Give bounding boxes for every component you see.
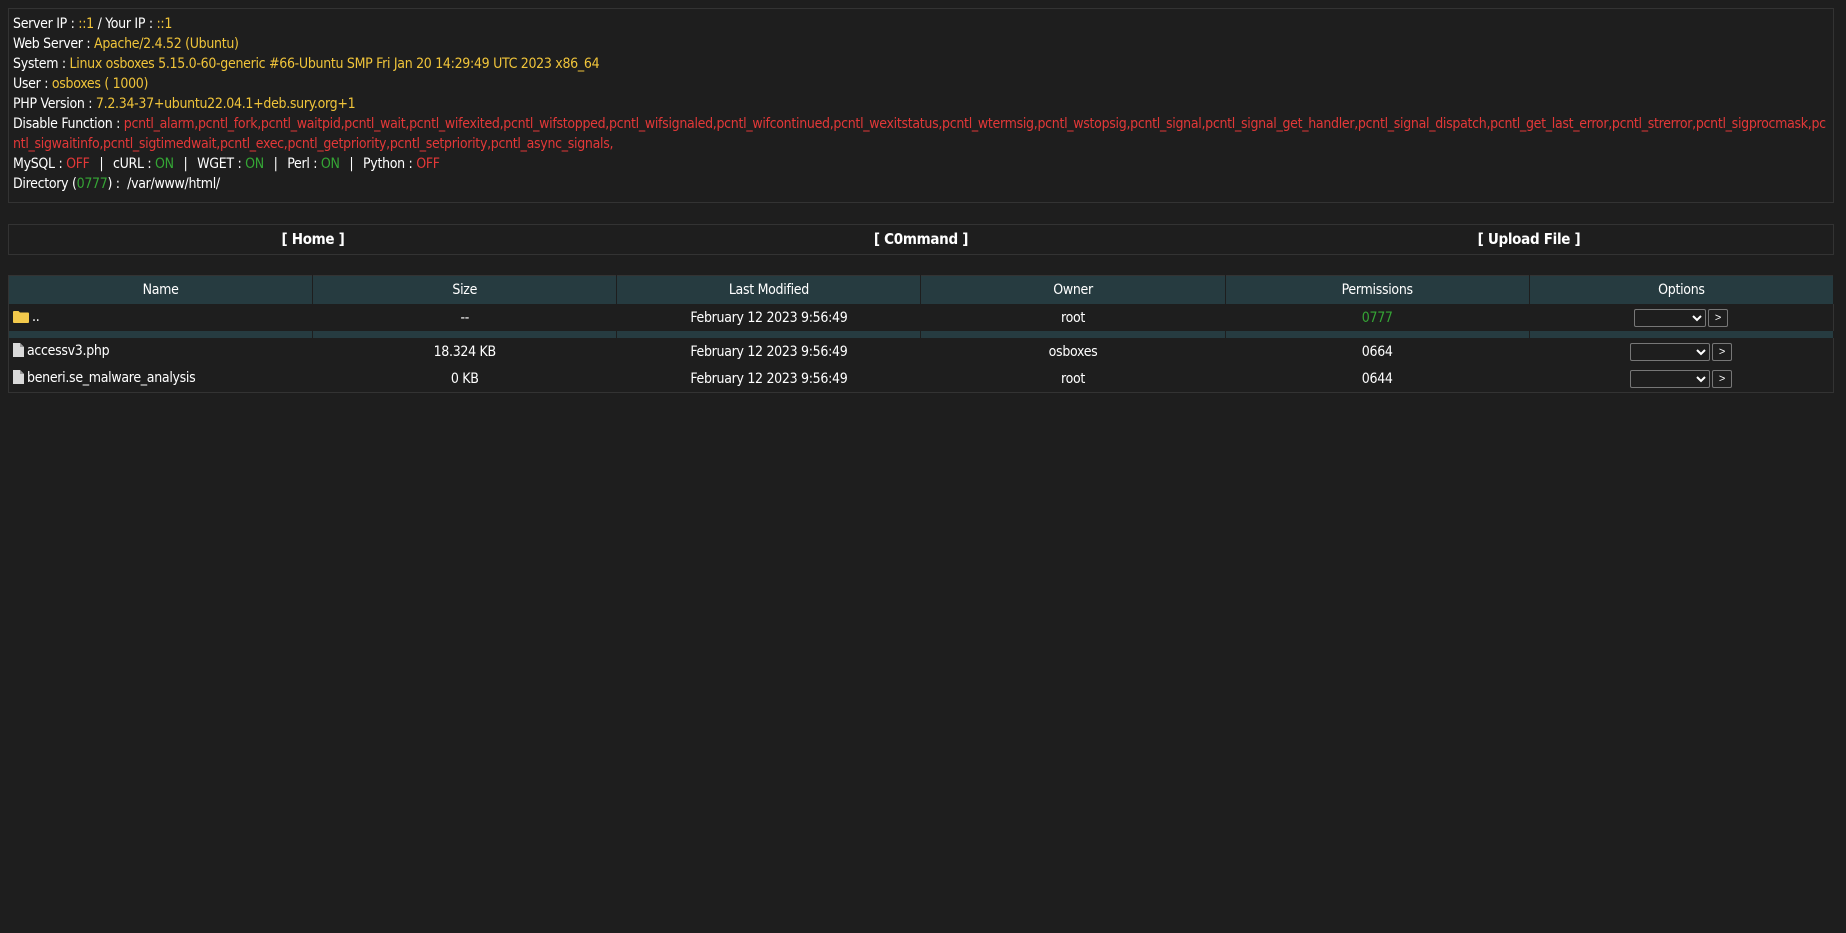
php-version-value: 7.2.34-37+ubuntu22.04.1+deb.sury.org+1 (95, 96, 356, 112)
web-server-value: Apache/2.4.52 (Ubuntu) (94, 36, 239, 52)
your-ip-label: Your IP : (105, 16, 153, 32)
directory-line: Directory (0777) : /var/www/html/ (13, 174, 1829, 194)
directory-label: Directory ( (13, 176, 77, 192)
table-divider-row (8, 331, 1835, 338)
file-table: Name Size Last Modified Owner Permission… (8, 275, 1835, 393)
header-options: Options (1529, 275, 1835, 304)
system-value: Linux osboxes 5.15.0-60-generic #66-Ubun… (69, 56, 600, 72)
ip-divider: / (97, 16, 102, 32)
file-go-button[interactable]: > (1712, 369, 1733, 388)
parent-dir-modified: February 12 2023 9:56:49 (690, 309, 848, 326)
file-table-header: Name Size Last Modified Owner Permission… (8, 275, 1835, 304)
server-info-panel: Server IP : ::1 / Your IP : ::1 Web Serv… (8, 8, 1834, 203)
table-row-parent-dir: .. -- February 12 2023 9:56:49 root 0777… (9, 304, 1834, 331)
disable-function-value: pcntl_alarm,pcntl_fork,pcntl_waitpid,pcn… (13, 116, 1826, 152)
mysql-label: MySQL : (13, 156, 63, 172)
parent-dir-go-button[interactable]: > (1708, 308, 1729, 327)
server-ip-line: Server IP : ::1 / Your IP : ::1 (13, 14, 1829, 34)
file-options: > (1529, 338, 1833, 365)
file-action-select[interactable] (1630, 342, 1711, 361)
nav-home-link[interactable]: [ Home ] (9, 225, 617, 254)
file-options: > (1529, 365, 1833, 393)
table-row: beneri.se_malware_analysis 0 KB February… (9, 365, 1834, 393)
web-server-line: Web Server : Apache/2.4.52 (Ubuntu) (13, 34, 1829, 54)
main-nav: [ Home ] [ C0mmand ] [ Upload File ] (8, 224, 1834, 255)
mysql-status: OFF (66, 156, 90, 172)
file-size: 18.324 KB (433, 343, 497, 360)
perl-status: ON (320, 156, 340, 172)
header-last-modified: Last Modified (616, 275, 922, 304)
python-status: OFF (416, 156, 440, 172)
file-name-link[interactable]: beneri.se_malware_analysis (27, 370, 196, 386)
web-server-label: Web Server : (13, 36, 91, 52)
table-row: accessv3.php 18.324 KB February 12 2023 … (9, 338, 1834, 365)
pipe-separator: | (349, 156, 354, 172)
file-size: 0 KB (450, 370, 479, 387)
directory-path-link[interactable]: /var/www/html/ (127, 176, 220, 192)
wget-status: ON (245, 156, 264, 172)
parent-dir-owner: root (1061, 309, 1086, 326)
user-label: User : (13, 76, 49, 92)
user-line: User : osboxes ( 1000) (13, 74, 1829, 94)
parent-dir-size: -- (460, 309, 469, 326)
file-owner: root (1061, 370, 1086, 387)
perl-label: Perl : (287, 156, 318, 172)
directory-permission: 0777 (76, 176, 108, 192)
curl-status: ON (155, 156, 174, 172)
file-name-link[interactable]: accessv3.php (27, 343, 110, 359)
header-name: Name (8, 275, 314, 304)
file-action-select[interactable] (1630, 369, 1711, 388)
nav-command-link[interactable]: [ C0mmand ] (617, 225, 1225, 254)
file-modified: February 12 2023 9:56:49 (690, 343, 848, 360)
parent-dir-action-select[interactable] (1634, 308, 1707, 327)
file-icon (13, 369, 24, 388)
parent-dir-options: > (1529, 304, 1833, 331)
system-line: System : Linux osboxes 5.15.0-60-generic… (13, 54, 1829, 74)
folder-icon (13, 310, 29, 327)
file-go-button[interactable]: > (1712, 342, 1733, 361)
php-version-label: PHP Version : (13, 96, 93, 112)
file-name-cell[interactable]: beneri.se_malware_analysis (9, 365, 313, 393)
pipe-separator: | (183, 156, 188, 172)
your-ip-value: ::1 (156, 16, 173, 32)
user-value: osboxes ( 1000) (51, 76, 149, 92)
curl-label: cURL : (112, 156, 152, 172)
php-version-line: PHP Version : 7.2.34-37+ubuntu22.04.1+de… (13, 94, 1829, 114)
header-owner: Owner (920, 275, 1226, 304)
python-label: Python : (363, 156, 413, 172)
page: Server IP : ::1 / Your IP : ::1 Web Serv… (0, 0, 1846, 933)
disable-function-label: Disable Function : (13, 116, 121, 132)
parent-dir-permissions: 0777 (1361, 309, 1393, 326)
parent-dir-link[interactable]: .. (32, 309, 40, 325)
pipe-separator: | (273, 156, 278, 172)
parent-dir-cell[interactable]: .. (9, 304, 313, 331)
server-ip-label: Server IP : (13, 16, 75, 32)
file-icon (13, 342, 24, 361)
file-modified: February 12 2023 9:56:49 (690, 370, 848, 387)
disable-function-line: Disable Function : pcntl_alarm,pcntl_for… (13, 114, 1829, 154)
pipe-separator: | (99, 156, 104, 172)
wget-label: WGET : (197, 156, 242, 172)
header-permissions: Permissions (1225, 275, 1530, 304)
system-label: System : (13, 56, 66, 72)
file-permissions: 0644 (1361, 370, 1393, 387)
nav-upload-link[interactable]: [ Upload File ] (1225, 225, 1833, 254)
file-permissions: 0664 (1361, 343, 1393, 360)
server-ip-value: ::1 (78, 16, 94, 32)
header-size: Size (312, 275, 618, 304)
modules-line: MySQL : OFF | cURL : ON | WGET : ON | Pe… (13, 154, 1829, 174)
file-owner: osboxes (1048, 343, 1098, 360)
directory-label-close: ) : (107, 176, 120, 192)
file-name-cell[interactable]: accessv3.php (9, 338, 313, 365)
